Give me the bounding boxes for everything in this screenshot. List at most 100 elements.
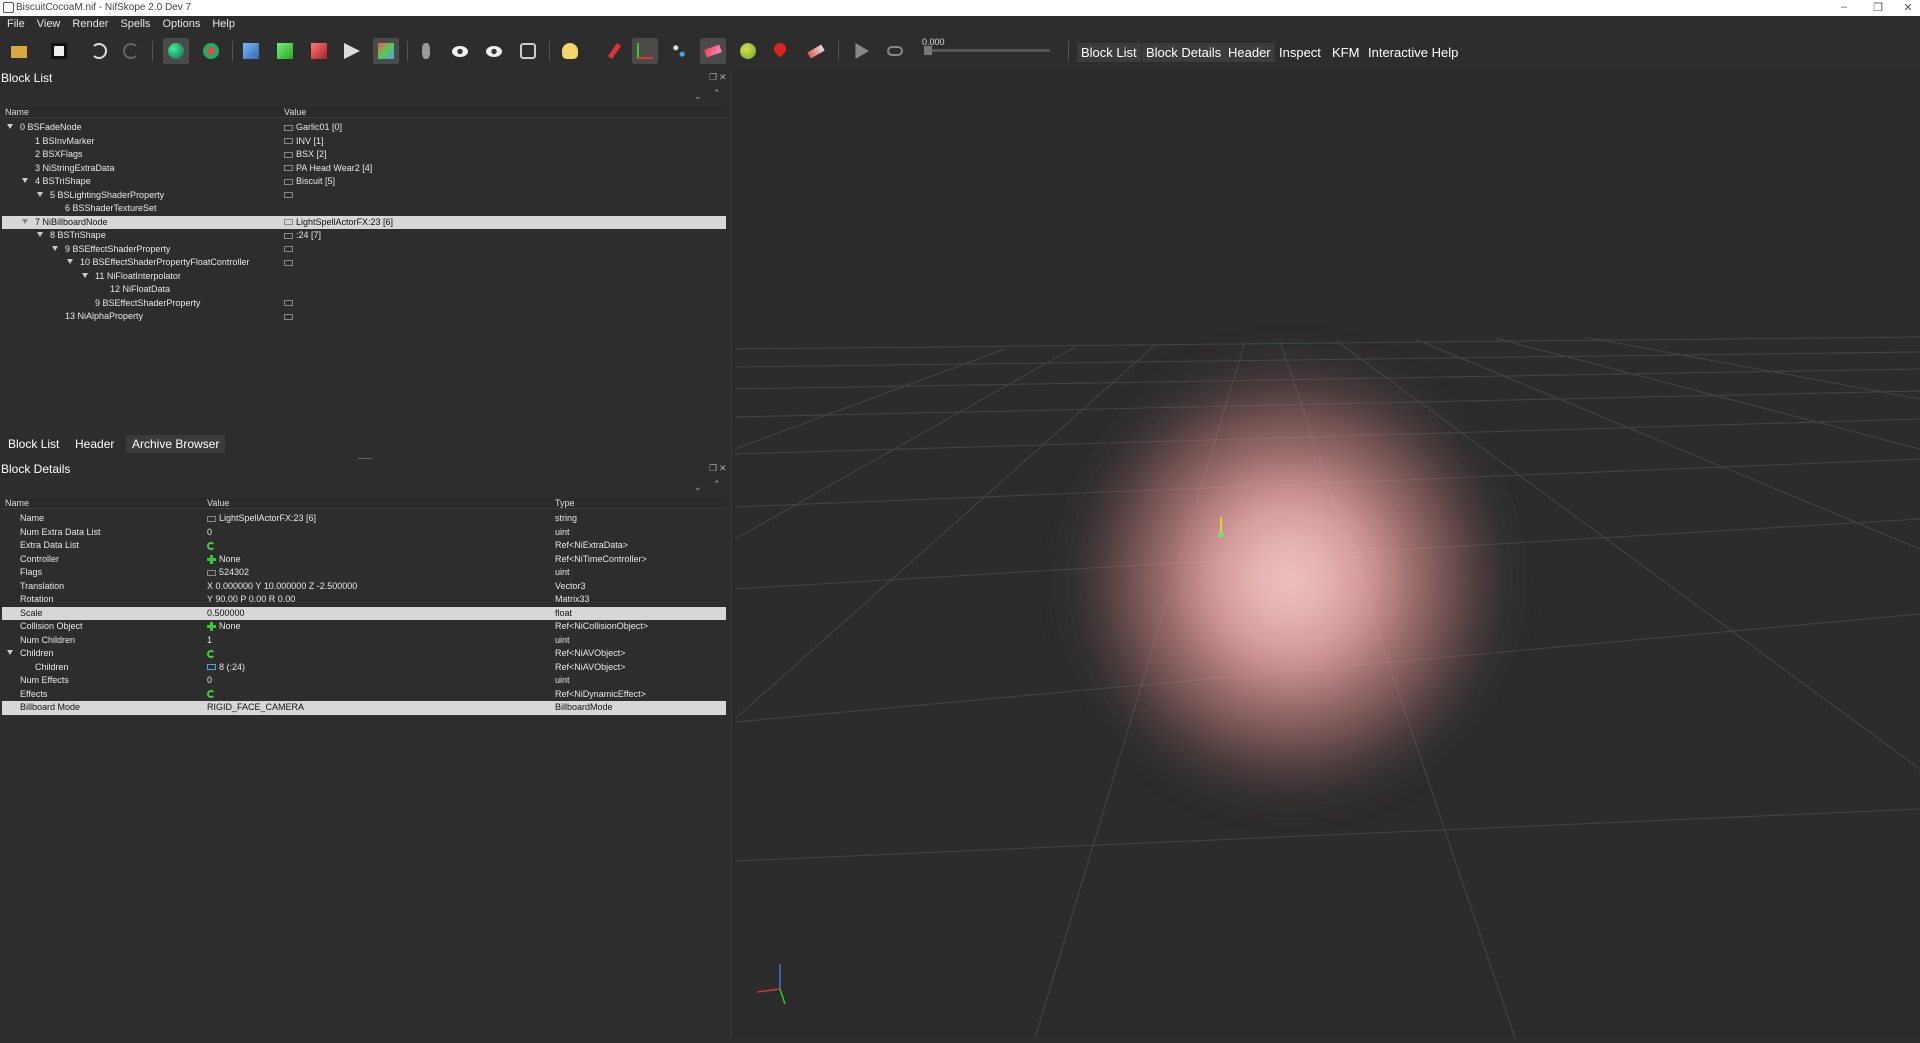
column-value[interactable]: Value: [284, 107, 306, 117]
expand-arrow-icon[interactable]: [22, 178, 28, 183]
add-icon[interactable]: [207, 622, 216, 632]
float-panel-icon[interactable]: ❐: [709, 72, 717, 83]
view-walk-icon[interactable]: [373, 38, 399, 64]
tree-row-selected[interactable]: 7 NiBillboardNode LightSpellActorFX:23 [6…: [2, 215, 726, 229]
redo-icon[interactable]: [118, 38, 144, 64]
tree-row[interactable]: 6 BSShaderTextureSet: [2, 202, 726, 216]
restore-button[interactable]: ❐: [1868, 1, 1888, 14]
column-name[interactable]: Name: [5, 107, 29, 117]
table-row[interactable]: Num Effects 0 uint: [2, 674, 726, 688]
minimize-button[interactable]: –: [1834, 1, 1854, 13]
menu-render[interactable]: Render: [65, 16, 113, 30]
tab-inspect[interactable]: Inspect: [1275, 43, 1325, 62]
close-panel-icon[interactable]: ✕: [719, 463, 727, 474]
brush-icon[interactable]: [803, 38, 829, 64]
tab-header[interactable]: Header: [1224, 43, 1275, 62]
menu-help[interactable]: Help: [205, 16, 240, 30]
axes-icon[interactable]: [632, 38, 658, 64]
tree-row[interactable]: 11 NiFloatInterpolator: [2, 270, 726, 284]
tree-row[interactable]: 12 NiFloatData: [2, 283, 726, 297]
nodes-icon[interactable]: [666, 38, 692, 64]
tab-block-details[interactable]: Block Details: [1142, 43, 1226, 62]
expand-arrow-icon[interactable]: [7, 650, 13, 655]
play-icon[interactable]: [848, 38, 874, 64]
tree-row[interactable]: 1 BSInvMarker INV [1]: [2, 135, 726, 149]
table-row[interactable]: Extra Data List Ref<NiExtraData>: [2, 539, 726, 553]
load-icon[interactable]: [6, 38, 32, 64]
menu-file[interactable]: File: [0, 16, 30, 30]
tree-row[interactable]: 9 BSEffectShaderProperty: [2, 297, 726, 311]
table-row[interactable]: Children Ref<NiAVObject>: [2, 647, 726, 661]
table-row[interactable]: Flags 524302 uint: [2, 566, 726, 580]
bottom-tab-header[interactable]: Header: [69, 435, 120, 453]
add-icon[interactable]: [207, 554, 216, 564]
menu-options[interactable]: Options: [155, 16, 205, 30]
table-row[interactable]: Name LightSpellActorFX:23 [6] string: [2, 512, 726, 526]
expand-all-icon[interactable]: ⌃: [713, 88, 721, 99]
tree-row[interactable]: 4 BSTriShape Biscuit [5]: [2, 175, 726, 189]
menu-spells[interactable]: Spells: [113, 16, 155, 30]
pin-icon[interactable]: [601, 38, 627, 64]
view-front-icon[interactable]: [238, 38, 264, 64]
table-row[interactable]: Collision Object None Ref<NiCollisionObjec…: [2, 620, 726, 634]
table-row-selected[interactable]: Billboard Mode RIGID_FACE_CAMERA Billboard…: [2, 701, 726, 715]
footprints-icon[interactable]: [413, 38, 439, 64]
tab-kfm[interactable]: KFM: [1328, 43, 1363, 62]
bottom-tab-archive-browser[interactable]: Archive Browser: [126, 435, 226, 453]
save-icon[interactable]: [46, 38, 72, 64]
panel-resize-handle[interactable]: [358, 458, 372, 459]
table-row[interactable]: Translation X 0.000000 Y 10.000000 Z -2.5…: [2, 580, 726, 594]
screenshot-icon[interactable]: [515, 38, 541, 64]
expand-arrow-icon[interactable]: [7, 124, 13, 129]
render-viewport[interactable]: [734, 69, 1920, 1039]
light-icon[interactable]: [557, 38, 583, 64]
table-row[interactable]: Num Extra Data List 0 uint: [2, 526, 726, 540]
transform-icon[interactable]: [198, 38, 224, 64]
eye-show-icon[interactable]: [481, 38, 507, 64]
column-value[interactable]: Value: [207, 498, 229, 508]
tree-row[interactable]: 13 NiAlphaProperty: [2, 310, 726, 324]
table-row[interactable]: Num Children 1 uint: [2, 634, 726, 648]
select-icon[interactable]: [163, 38, 189, 64]
column-type[interactable]: Type: [555, 498, 575, 508]
eye-icon[interactable]: [447, 38, 473, 64]
expand-arrow-icon[interactable]: [67, 259, 73, 264]
time-slider[interactable]: [925, 49, 1050, 52]
table-row-selected[interactable]: Scale 0.500000 float: [2, 606, 726, 620]
undo-icon[interactable]: [86, 38, 112, 64]
expand-arrow-icon[interactable]: [37, 232, 43, 237]
loop-icon[interactable]: [882, 38, 908, 64]
view-side-icon[interactable]: [306, 38, 332, 64]
expand-arrow-icon[interactable]: [37, 191, 43, 197]
table-row[interactable]: Controller None Ref<NiTimeController>: [2, 553, 726, 567]
tree-row[interactable]: 5 BSLightingShaderProperty: [2, 189, 726, 203]
tree-row[interactable]: 9 BSEffectShaderProperty: [2, 243, 726, 257]
table-row[interactable]: Effects Ref<NiDynamicEffect>: [2, 688, 726, 702]
menu-view[interactable]: View: [30, 16, 66, 30]
expand-all-icon[interactable]: ⌃: [713, 479, 721, 490]
expand-arrow-icon[interactable]: [52, 245, 58, 251]
view-user-icon[interactable]: [339, 38, 365, 64]
tree-row[interactable]: 8 BSTriShape:24 [7]: [2, 229, 726, 243]
expand-arrow-icon[interactable]: [82, 272, 88, 278]
tab-interactive-help[interactable]: Interactive Help: [1364, 43, 1462, 62]
tree-row[interactable]: 2 BSXFlags BSX [2]: [2, 148, 726, 162]
table-row[interactable]: Rotation Y 90.00 P 0.00 R 0.00 Matrix33: [2, 593, 726, 607]
view-top-icon[interactable]: [272, 38, 298, 64]
bottom-tab-block-list[interactable]: Block List: [2, 435, 65, 453]
expand-arrow-icon[interactable]: [22, 218, 28, 224]
time-slider-handle[interactable]: [924, 46, 932, 55]
close-panel-icon[interactable]: ✕: [719, 72, 727, 83]
tree-row[interactable]: 3 NiStringExtraData PA Head Wear2 [4]: [2, 162, 726, 176]
table-row[interactable]: Children 8 (:24) Ref<NiAVObject>: [2, 661, 726, 675]
close-button[interactable]: ✕: [1898, 1, 1918, 14]
tree-row[interactable]: 10 BSEffectShaderPropertyFloatController: [2, 256, 726, 270]
sphere-icon[interactable]: [735, 38, 761, 64]
tab-block-list[interactable]: Block List: [1077, 43, 1141, 62]
marker-icon[interactable]: [769, 38, 795, 64]
collapse-all-icon[interactable]: ⌄: [694, 482, 702, 493]
collapse-all-icon[interactable]: ⌄: [694, 91, 702, 102]
tree-row[interactable]: 0 BSFadeNode Garlic01 [0]: [2, 121, 726, 135]
column-name[interactable]: Name: [5, 498, 29, 508]
wand-icon[interactable]: [700, 38, 726, 64]
